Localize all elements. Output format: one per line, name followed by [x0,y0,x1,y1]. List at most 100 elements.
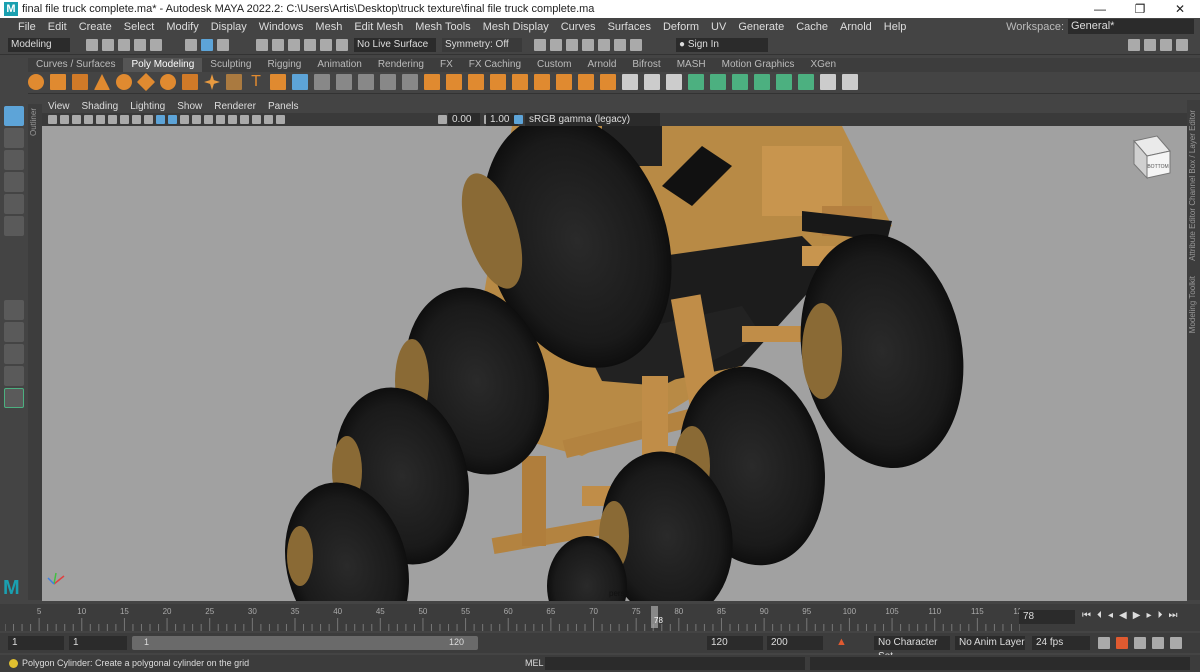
scale-tool-icon[interactable] [4,216,24,236]
shelf-tab-bifrost[interactable]: Bifrost [624,58,668,72]
bridge-icon[interactable] [446,74,462,90]
smooth-icon[interactable] [336,74,352,90]
uv-toolkit-icon[interactable] [842,74,858,90]
settings-icon[interactable] [1170,637,1182,649]
playback-start-field[interactable]: 1 [69,636,127,650]
color-space-dropdown[interactable]: sRGB gamma (legacy) [525,113,660,126]
menu-edit[interactable]: Edit [42,21,73,33]
smooth-shade-icon[interactable] [168,115,177,124]
select-tool-icon[interactable] [4,106,24,126]
menu-generate[interactable]: Generate [732,21,790,33]
step-back-frame-icon[interactable]: ◂ [1108,610,1113,621]
uv-editor-icon[interactable] [820,74,836,90]
minimize-button[interactable]: — [1080,0,1120,18]
command-line-input[interactable] [545,657,805,670]
menu-windows[interactable]: Windows [253,21,310,33]
shadows-icon[interactable] [204,115,213,124]
maximize-button[interactable]: ❐ [1120,0,1160,18]
xray-joints-icon[interactable] [276,115,285,124]
fill-hole-icon[interactable] [490,74,506,90]
loop-icon[interactable] [1098,637,1110,649]
sound-icon[interactable] [1134,637,1146,649]
poly-plane-icon[interactable] [136,72,156,92]
snap-surface-icon[interactable] [320,39,332,51]
animation-preferences-icon[interactable] [1116,637,1128,649]
shelf-tab-mash[interactable]: MASH [669,58,714,72]
uv-cut-icon[interactable] [776,74,792,90]
menu-select[interactable]: Select [118,21,161,33]
poly-sphere-icon[interactable] [28,74,44,90]
move-tool-icon[interactable] [4,172,24,192]
menu-mesh[interactable]: Mesh [309,21,348,33]
menu-surfaces[interactable]: Surfaces [602,21,657,33]
fps-dropdown[interactable]: 24 fps [1032,636,1090,650]
uv-spherical-icon[interactable] [732,74,748,90]
shelf-tab-animation[interactable]: Animation [309,58,369,72]
shelf-tab-fx[interactable]: FX [432,58,461,72]
menu-arnold[interactable]: Arnold [834,21,878,33]
collapse-icon[interactable] [600,74,616,90]
viewport-menu-renderer[interactable]: Renderer [208,100,262,113]
ipr-render-icon[interactable] [566,39,578,51]
symmetry-dropdown[interactable]: Symmetry: Off [442,38,522,52]
combine-icon[interactable] [292,74,308,90]
menu-display[interactable]: Display [205,21,253,33]
color-management-icon[interactable] [514,115,523,124]
two-panel-layout-icon[interactable] [4,344,24,364]
bevel-icon[interactable] [468,74,484,90]
film-gate-icon[interactable] [108,115,117,124]
pause-icon[interactable] [614,39,626,51]
sweep-mesh-icon[interactable] [226,74,242,90]
redo-icon[interactable] [150,39,162,51]
time-slider[interactable]: 5 10 15 20 25 30 35 40 45 50 55 60 65 70 75 80 85 90 95 100… [0,604,1200,631]
sign-in-dropdown[interactable]: ● Sign In [676,38,768,52]
search-icon[interactable] [4,388,24,408]
select-hierarchy-icon[interactable] [185,39,197,51]
circularize-icon[interactable] [578,74,594,90]
shelf-tab-rigging[interactable]: Rigging [259,58,309,72]
single-perspective-layout-icon[interactable] [4,300,24,320]
antialiasing-icon[interactable] [240,115,249,124]
select-object-icon[interactable] [201,39,213,51]
xray-icon[interactable] [264,115,273,124]
poly-cube-icon[interactable] [50,74,66,90]
live-surface-field[interactable]: No Live Surface [354,38,436,52]
wireframe-icon[interactable] [156,115,165,124]
go-to-start-icon[interactable]: ⏮ [1082,610,1091,621]
multi-cut-icon[interactable] [622,74,638,90]
channel-box-tab[interactable]: Channel Box / Layer Editor [1188,110,1197,206]
channel-box-icon[interactable] [1176,39,1188,51]
motion-blur-icon[interactable] [228,115,237,124]
bookmark-icon[interactable] [72,115,81,124]
poly-torus-icon[interactable] [116,74,132,90]
menu-file[interactable]: File [12,21,42,33]
shelf-tab-motion-graphics[interactable]: Motion Graphics [714,58,803,72]
menu-mesh-tools[interactable]: Mesh Tools [409,21,476,33]
viewport-menu-lighting[interactable]: Lighting [124,100,171,113]
svg-icon[interactable] [270,74,286,90]
isolate-select-icon[interactable] [252,115,261,124]
save-scene-icon[interactable] [118,39,130,51]
menu-set-dropdown[interactable]: Modeling [8,38,70,52]
viewport-menu-view[interactable]: View [42,100,76,113]
shelf-tab-xgen[interactable]: XGen [802,58,844,72]
menu-edit-mesh[interactable]: Edit Mesh [348,21,409,33]
playback-end-field[interactable]: 120 [707,636,763,650]
uv-layout-icon[interactable] [798,74,814,90]
snap-point-icon[interactable] [288,39,300,51]
lights-icon[interactable] [192,115,201,124]
uv-planar-icon[interactable] [688,74,704,90]
remesh-icon[interactable] [402,74,418,90]
snap-live-icon[interactable] [336,39,348,51]
render-settings-icon[interactable] [582,39,594,51]
menu-help[interactable]: Help [878,21,913,33]
outliner-layout-icon[interactable] [4,366,24,386]
four-view-layout-icon[interactable] [4,322,24,342]
platonic-solid-icon[interactable] [182,74,198,90]
camera-attributes-icon[interactable] [60,115,69,124]
snap-grid-icon[interactable] [256,39,268,51]
workspace-dropdown[interactable]: General* [1068,19,1194,34]
shelf-tab-arnold[interactable]: Arnold [579,58,624,72]
perspective-viewport[interactable]: BOTTOM persp [42,126,1187,601]
current-frame-field[interactable]: 78 [1019,610,1075,624]
